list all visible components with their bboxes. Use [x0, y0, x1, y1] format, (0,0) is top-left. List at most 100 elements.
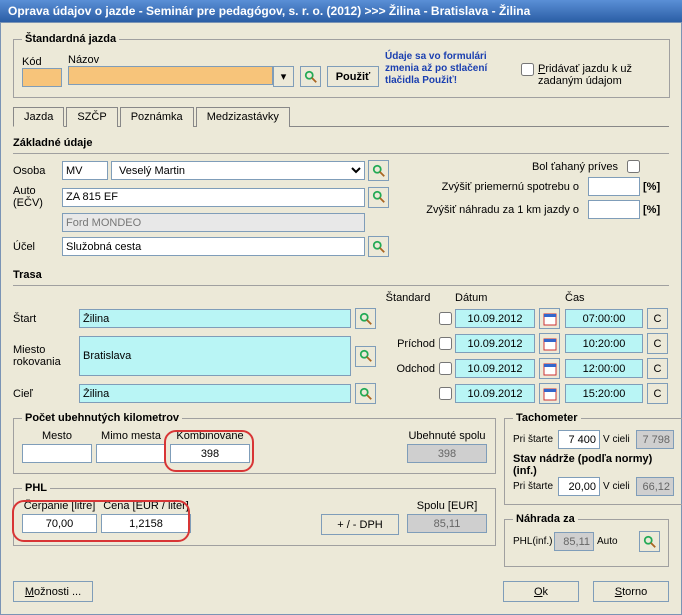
r1-c-button[interactable]: C [647, 308, 668, 329]
r2-time[interactable] [565, 334, 643, 353]
standard-ride-legend: Štandardná jazda [22, 33, 119, 45]
ubeh-display [407, 444, 487, 463]
r4-date[interactable] [455, 384, 535, 403]
ciel-label: Cieľ [13, 388, 75, 400]
cas-hdr: Čas [565, 292, 643, 304]
spolu-display [407, 514, 487, 533]
nahrada-legend: Náhrada za [513, 513, 578, 525]
dph-button[interactable]: + / - DPH [321, 514, 399, 535]
osoba-select[interactable]: Veselý Martin [111, 161, 365, 180]
spolu-hdr: Spolu [EUR] [407, 500, 487, 512]
zvysit-nahradu-input[interactable] [588, 200, 640, 219]
nadrz-ciel-display [636, 477, 674, 496]
trasa-legend: Trasa [13, 269, 669, 281]
r2-std-checkbox[interactable] [439, 337, 452, 350]
tabs: Jazda SZČP Poznámka Medzizastávky [13, 106, 669, 127]
nahrada-phl-display [554, 532, 594, 551]
nazov-lookup-icon[interactable] [300, 66, 321, 87]
pridavat-label: PPridávať jazdu k už zadaným údajomridáv… [538, 63, 661, 87]
osoba-label: Osoba [13, 165, 59, 177]
ucel-label: Účel [13, 241, 59, 253]
osoba-lookup-icon[interactable] [368, 160, 389, 181]
pridavat-checkbox[interactable] [521, 63, 534, 76]
tab-jazda[interactable]: Jazda [13, 107, 64, 127]
zvysit-spotrebu-input[interactable] [588, 177, 640, 196]
nahrada-lookup-icon[interactable] [639, 531, 660, 552]
nahrada-phl-label: PHL(inf.) [513, 536, 551, 547]
start-label: Štart [13, 313, 75, 325]
komb-hdr: Kombinovane [170, 430, 250, 442]
zvysit-nahradu-label: Zvýšiť náhradu za 1 km jazdy o [426, 204, 579, 216]
cerp-input[interactable] [22, 514, 97, 533]
ubeh-hdr: Ubehnuté spolu [407, 430, 487, 442]
ucel-lookup-icon[interactable] [368, 236, 389, 257]
ecv-input[interactable] [62, 188, 365, 207]
tacho-group: Tachometer Pri štarte V cieli Stav nádrž… [504, 412, 682, 505]
start-input[interactable] [79, 309, 351, 328]
auto-label: Auto (EČV) [13, 185, 59, 209]
tacho-ciel-label: V cieli [603, 434, 633, 445]
auto-lookup-icon[interactable] [368, 187, 389, 208]
r1-std-checkbox[interactable] [439, 312, 452, 325]
phl-group: PHL Čerpanie [litre] Cena [EUR / liter] … [13, 482, 496, 546]
start-lookup-icon[interactable] [355, 308, 376, 329]
tab-medzizastavky[interactable]: Medzizastávky [196, 107, 290, 127]
standard-ride-group: Štandardná jazda Kód Názov ▾ Použiť Údaj… [13, 33, 670, 98]
r3-std-checkbox[interactable] [439, 362, 452, 375]
ucel-input[interactable] [62, 237, 365, 256]
r4-std-checkbox[interactable] [439, 387, 452, 400]
mimo-input[interactable] [96, 444, 166, 463]
tab-poznamka[interactable]: Poznámka [120, 107, 194, 127]
storno-button[interactable]: StornoStorno [593, 581, 669, 602]
nazov-dropdown-button[interactable]: ▾ [273, 66, 294, 87]
miesto-lookup-icon[interactable] [355, 346, 376, 367]
prives-checkbox[interactable] [627, 160, 640, 173]
r2-cal-icon[interactable] [539, 333, 560, 354]
tacho-legend: Tachometer [513, 412, 581, 424]
moznosti-button[interactable]: MMožnosti ...ožnosti ... [13, 581, 93, 602]
tacho-ciel-display [636, 430, 674, 449]
r4-c-button[interactable]: C [647, 383, 668, 404]
komb-input[interactable] [170, 444, 250, 463]
cena-hdr: Cena [EUR / liter] [101, 500, 191, 512]
r3-cal-icon[interactable] [539, 358, 560, 379]
nadrz-ciel-label: V cieli [603, 481, 633, 492]
mesto-hdr: Mesto [22, 430, 92, 442]
nazov-label: Názov [68, 54, 294, 66]
miesto-input[interactable] [79, 336, 351, 376]
kod-input[interactable] [22, 68, 62, 87]
pct1: [%] [643, 181, 669, 193]
r3-date[interactable] [455, 359, 535, 378]
r2-c-button[interactable]: C [647, 333, 668, 354]
ok-button[interactable]: OkOk [503, 581, 579, 602]
pouzit-button[interactable]: Použiť [327, 66, 379, 87]
r1-date[interactable] [455, 309, 535, 328]
nadrz-start-input[interactable] [558, 477, 600, 496]
prichod-label: Príchod [381, 338, 435, 350]
window-body: Štandardná jazda Kód Názov ▾ Použiť Údaj… [0, 22, 682, 615]
r1-cal-icon[interactable] [539, 308, 560, 329]
window-title: Oprava údajov o jazde - Seminár pre peda… [0, 0, 682, 22]
mesto-input[interactable] [22, 444, 92, 463]
zvysit-spotrebu-label: Zvýšiť priemernú spotrebu o [442, 181, 579, 193]
r4-time[interactable] [565, 384, 643, 403]
ciel-input[interactable] [79, 384, 351, 403]
nahrada-group: Náhrada za PHL(inf.) Auto [504, 513, 669, 567]
tab-szcp[interactable]: SZČP [66, 107, 117, 127]
nazov-input[interactable] [68, 66, 273, 85]
zakladne-legend: Základné údaje [13, 137, 669, 149]
ciel-lookup-icon[interactable] [355, 383, 376, 404]
r3-time[interactable] [565, 359, 643, 378]
tacho-start-input[interactable] [558, 430, 600, 449]
kod-label: Kód [22, 56, 62, 68]
phl-legend: PHL [22, 482, 50, 494]
cena-input[interactable] [101, 514, 191, 533]
nadrz-start-label: Pri štarte [513, 481, 555, 492]
osoba-code-input[interactable] [62, 161, 108, 180]
r2-date[interactable] [455, 334, 535, 353]
r4-cal-icon[interactable] [539, 383, 560, 404]
cerp-hdr: Čerpanie [litre] [22, 500, 97, 512]
r1-time[interactable] [565, 309, 643, 328]
r3-c-button[interactable]: C [647, 358, 668, 379]
pct2: [%] [643, 204, 669, 216]
